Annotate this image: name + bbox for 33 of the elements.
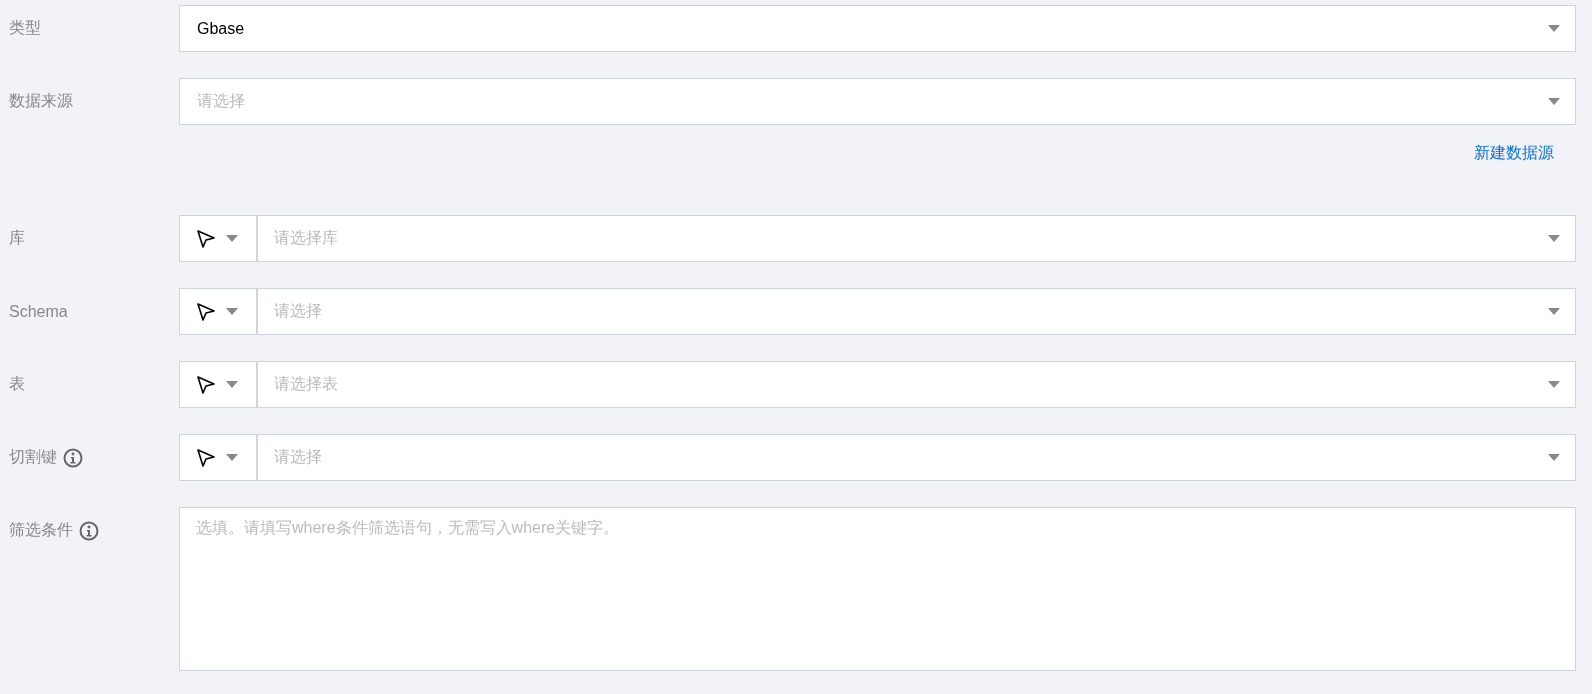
- mode-dropdown[interactable]: [179, 215, 258, 262]
- select-field[interactable]: 请选择: [258, 288, 1576, 335]
- select-field[interactable]: 请选择库: [258, 215, 1576, 262]
- mode-dropdown[interactable]: [179, 361, 258, 408]
- field-label: 类型: [9, 18, 41, 38]
- caret-icon: [1548, 98, 1560, 105]
- mode-dropdown[interactable]: [179, 434, 258, 481]
- select-field[interactable]: 请选择: [258, 434, 1576, 481]
- select-field[interactable]: 请选择: [179, 78, 1576, 125]
- field-label: Schema: [9, 302, 68, 321]
- caret-icon: [1548, 308, 1560, 315]
- caret-icon: [226, 235, 238, 242]
- caret-icon: [1548, 381, 1560, 388]
- cursor-arrow-icon: [196, 374, 216, 395]
- caret-icon: [226, 381, 238, 388]
- text-area[interactable]: 选填。请填写where条件筛选语句，无需写入where关键字。: [179, 507, 1576, 671]
- caret-icon: [1548, 25, 1560, 32]
- caret-icon: [1548, 235, 1560, 242]
- select-field[interactable]: Gbase: [179, 5, 1576, 52]
- field-label: 数据来源: [9, 91, 73, 111]
- mode-dropdown[interactable]: [179, 288, 258, 335]
- cursor-arrow-icon: [196, 447, 216, 468]
- new-datasource-link[interactable]: 新建数据源: [1474, 143, 1554, 164]
- caret-icon: [1548, 454, 1560, 461]
- field-label: 筛选条件: [9, 520, 73, 540]
- select-field[interactable]: 请选择表: [258, 361, 1576, 408]
- cursor-arrow-icon: [196, 301, 216, 322]
- field-label: 库: [9, 228, 25, 248]
- field-label: 切割键: [9, 447, 57, 467]
- caret-icon: [226, 308, 238, 315]
- cursor-arrow-icon: [196, 228, 216, 249]
- caret-icon: [226, 454, 238, 461]
- field-label: 表: [9, 374, 25, 394]
